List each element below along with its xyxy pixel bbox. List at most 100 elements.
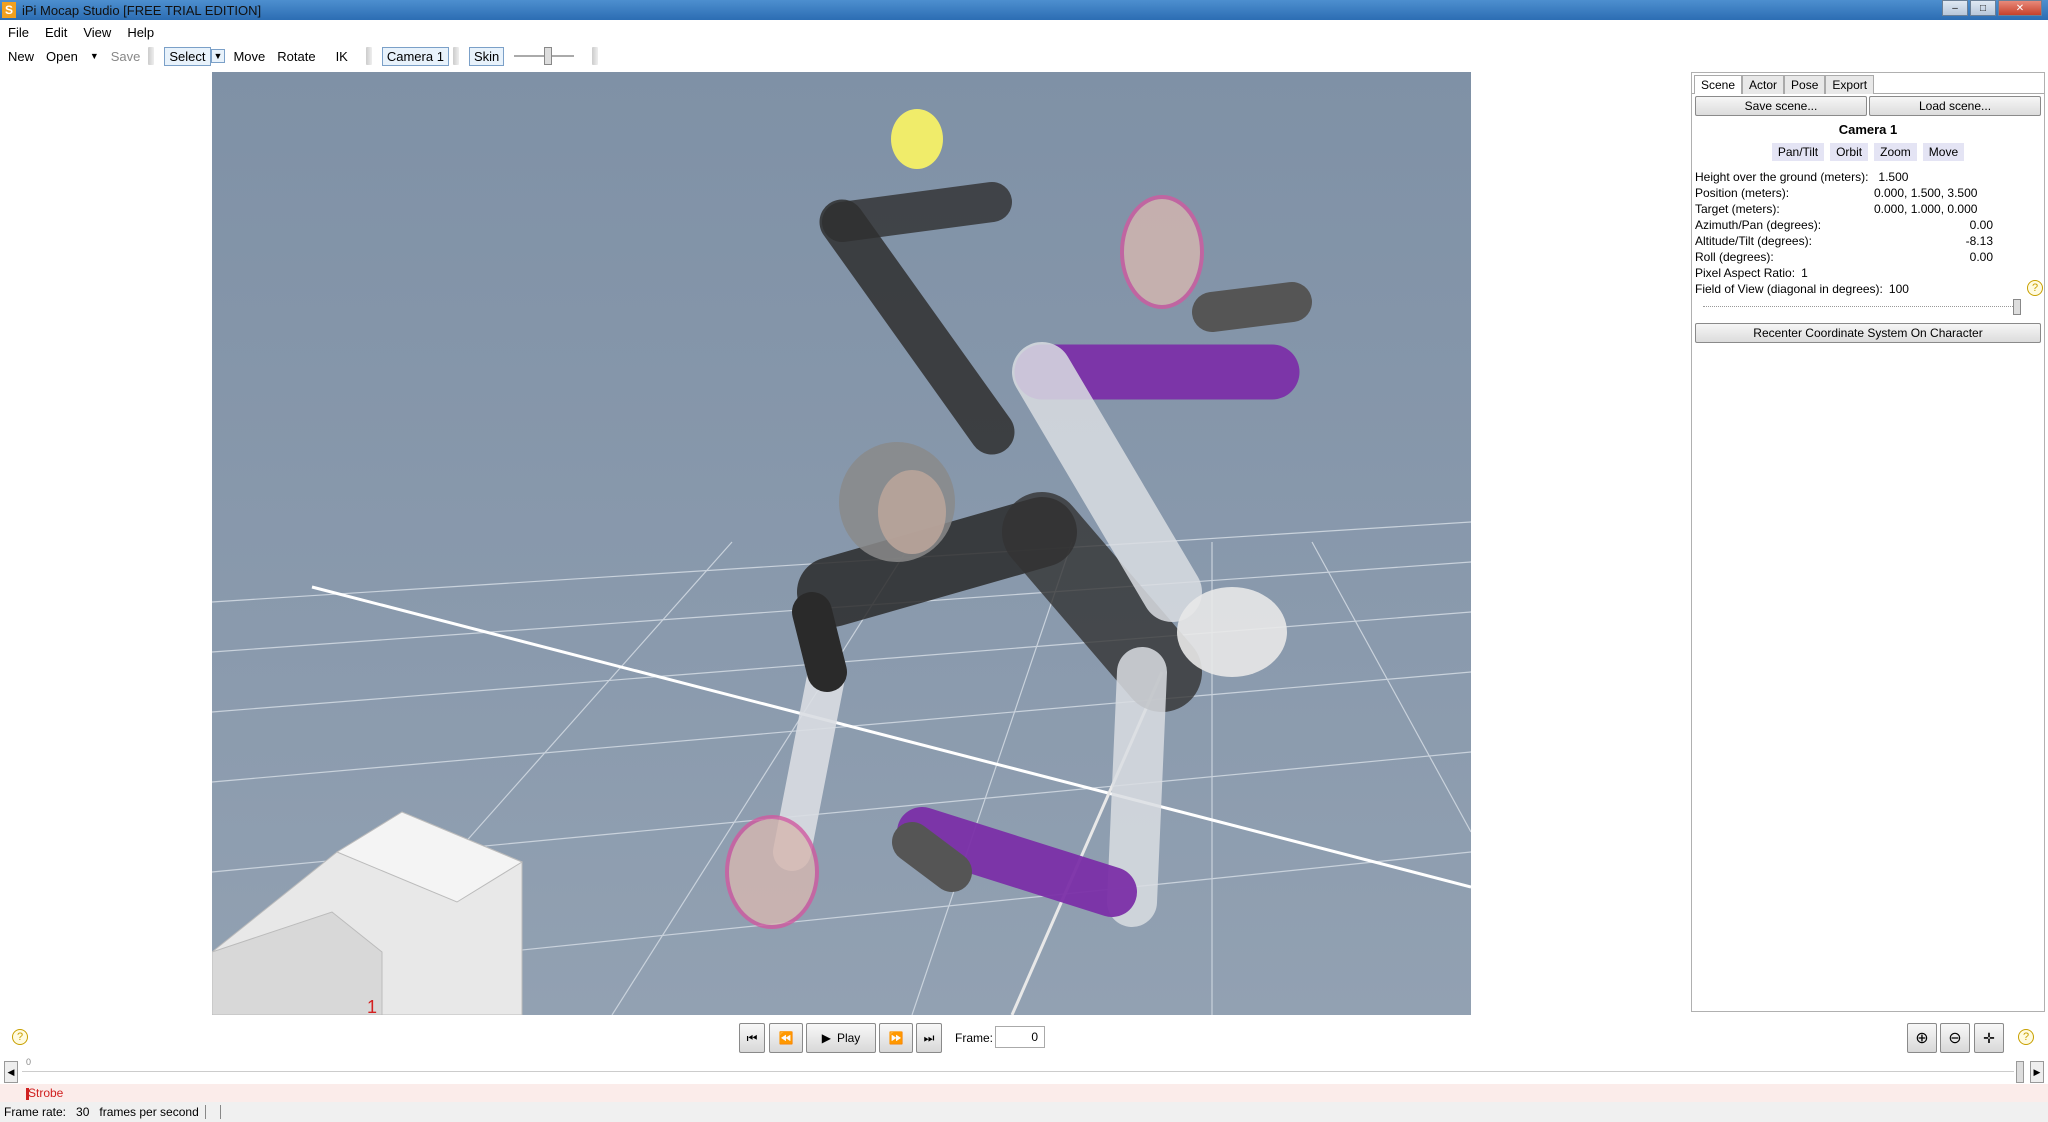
tab-scene[interactable]: Scene [1694, 75, 1743, 94]
fit-timeline-button[interactable]: ✛ [1974, 1023, 2004, 1053]
fov-slider[interactable] [1695, 299, 2041, 315]
minimize-icon[interactable]: – [1942, 0, 1968, 16]
3d-viewport[interactable]: 1 [212, 72, 1471, 1015]
new-button[interactable]: New [4, 48, 38, 65]
help-icon[interactable]: ? [12, 1029, 28, 1045]
menu-help[interactable]: Help [127, 25, 154, 40]
height-value[interactable]: 1.500 [1878, 170, 1908, 184]
prop-aspect: Pixel Aspect Ratio: 1 [1695, 265, 2041, 281]
fov-slider-track [1703, 306, 2021, 307]
roll-label: Roll (degrees): [1695, 250, 1774, 264]
load-scene-button[interactable]: Load scene... [1869, 96, 2041, 116]
first-frame-button[interactable]: ⏮ [739, 1023, 765, 1053]
menu-file[interactable]: File [8, 25, 29, 40]
frame-rate-unit: frames per second [99, 1105, 199, 1119]
help-icon[interactable]: ? [2027, 280, 2043, 296]
zoom-in-button[interactable]: ⊕ [1907, 1023, 1937, 1053]
position-label: Position (meters): [1695, 186, 1790, 200]
skin-toggle[interactable]: Skin [468, 46, 505, 66]
open-button[interactable]: Open [42, 48, 82, 65]
camera-title: Camera 1 [1838, 122, 1898, 137]
fov-slider-thumb[interactable] [2013, 299, 2021, 315]
play-button[interactable]: ▶ Play [806, 1023, 876, 1053]
timeline[interactable]: 0 ◀ ▶ [0, 1057, 2048, 1083]
camera-marker [212, 811, 524, 1015]
camera-nav-buttons: Pan/Tilt Orbit Zoom Move [1695, 143, 2041, 161]
ground-marker-label: 1 [367, 997, 377, 1015]
save-scene-button[interactable]: Save scene... [1695, 96, 1867, 116]
fast-forward-icon: ⏩ [888, 1031, 904, 1045]
prop-fov: Field of View (diagonal in degrees): 100… [1695, 280, 2043, 297]
altitude-value[interactable]: -8.13 [1966, 234, 1993, 248]
ik-button[interactable]: IK [332, 48, 352, 65]
frame-rate-label: Frame rate: [4, 1105, 67, 1119]
zoom-out-button[interactable]: ⊖ [1940, 1023, 1970, 1053]
scene-render: 1 [212, 109, 1471, 1015]
last-frame-button[interactable]: ⏭ [916, 1023, 942, 1053]
azimuth-value[interactable]: 0.00 [1970, 218, 1993, 232]
azimuth-label: Azimuth/Pan (degrees): [1695, 218, 1822, 232]
strobe-track[interactable]: Strobe [0, 1084, 2048, 1102]
frame-input[interactable]: 0 [995, 1026, 1045, 1048]
tab-actor[interactable]: Actor [1742, 75, 1785, 94]
orbit-button[interactable]: Orbit [1830, 143, 1869, 161]
timeline-start-tick: 0 [26, 1057, 32, 1067]
rewind-button[interactable]: ⏪ [769, 1023, 803, 1053]
playhead-marker[interactable] [26, 1088, 29, 1100]
status-separator [219, 1105, 221, 1119]
fast-forward-button[interactable]: ⏩ [879, 1023, 913, 1053]
side-panel: Scene Actor Pose Export Save scene... Lo… [1691, 72, 2045, 1012]
move-camera-button[interactable]: Move [1922, 143, 1965, 161]
select-dropdown-icon[interactable]: ▼ [210, 49, 226, 63]
playback-bar: ? ⏮ ⏪ ▶ Play ⏩ ⏭ Frame: 0 ⊕ ⊖ ✛ ? [0, 1021, 2048, 1053]
select-button[interactable]: Select [164, 46, 211, 66]
menu-edit[interactable]: Edit [45, 25, 67, 40]
target-label: Target (meters): [1695, 202, 1780, 216]
rewind-icon: ⏪ [778, 1031, 794, 1045]
slider-thumb[interactable] [544, 47, 553, 65]
maximize-icon[interactable]: □ [1970, 0, 1996, 16]
skin-opacity-slider[interactable] [514, 47, 575, 65]
timeline-track[interactable] [22, 1071, 2014, 1072]
tab-export[interactable]: Export [1825, 75, 1875, 94]
window-controls: – □ ✕ [1942, 0, 2042, 16]
scroll-right-icon[interactable]: ▶ [2030, 1061, 2044, 1083]
altitude-label: Altitude/Tilt (degrees): [1695, 234, 1812, 248]
timeline-end-handle[interactable] [2016, 1061, 2024, 1083]
scroll-left-icon[interactable]: ◀ [4, 1061, 18, 1083]
prop-roll: Roll (degrees): 0.00 [1695, 249, 2041, 265]
fov-value[interactable]: 100 [1889, 282, 1909, 296]
close-icon[interactable]: ✕ [1998, 0, 2042, 16]
save-button[interactable]: Save [107, 48, 145, 65]
zoom-out-icon: ⊖ [1948, 1030, 1962, 1047]
prop-altitude: Altitude/Tilt (degrees): -8.13 [1695, 233, 2041, 249]
position-value[interactable]: 0.000, 1.500, 3.500 [1874, 186, 1977, 200]
fov-label: Field of View (diagonal in degrees): [1695, 282, 1883, 296]
play-icon: ▶ [821, 1031, 831, 1045]
rotate-button[interactable]: Rotate [273, 48, 319, 65]
zoom-button[interactable]: Zoom [1874, 143, 1917, 161]
strobe-label: Strobe [28, 1086, 64, 1100]
zoom-in-icon: ⊕ [1915, 1030, 1929, 1047]
camera-select[interactable]: Camera 1 [381, 46, 449, 66]
scene-tab-body: Save scene... Load scene... Camera 1 Pan… [1692, 93, 2044, 345]
move-button[interactable]: Move [229, 48, 269, 65]
help-icon[interactable]: ? [2018, 1029, 2034, 1045]
toolbar-separator [592, 47, 599, 65]
pan-tilt-button[interactable]: Pan/Tilt [1771, 143, 1825, 161]
menu-view[interactable]: View [83, 25, 111, 40]
open-dropdown-icon[interactable]: ▼ [86, 50, 103, 62]
recenter-button[interactable]: Recenter Coordinate System On Character [1695, 323, 2041, 343]
roll-value[interactable]: 0.00 [1970, 250, 1993, 264]
skip-end-icon: ⏭ [923, 1030, 935, 1045]
aspect-value[interactable]: 1 [1801, 266, 1808, 280]
height-label: Height over the ground (meters): [1695, 170, 1869, 184]
side-tabs: Scene Actor Pose Export [1692, 73, 2044, 94]
target-value[interactable]: 0.000, 1.000, 0.000 [1874, 202, 1977, 216]
ground-axis [311, 585, 1471, 889]
toolbar-separator [452, 47, 459, 65]
tab-pose[interactable]: Pose [1784, 75, 1826, 94]
frame-rate-value[interactable]: 30 [76, 1105, 89, 1119]
toolbar-separator [148, 47, 155, 65]
fit-icon: ✛ [1983, 1029, 1995, 1046]
